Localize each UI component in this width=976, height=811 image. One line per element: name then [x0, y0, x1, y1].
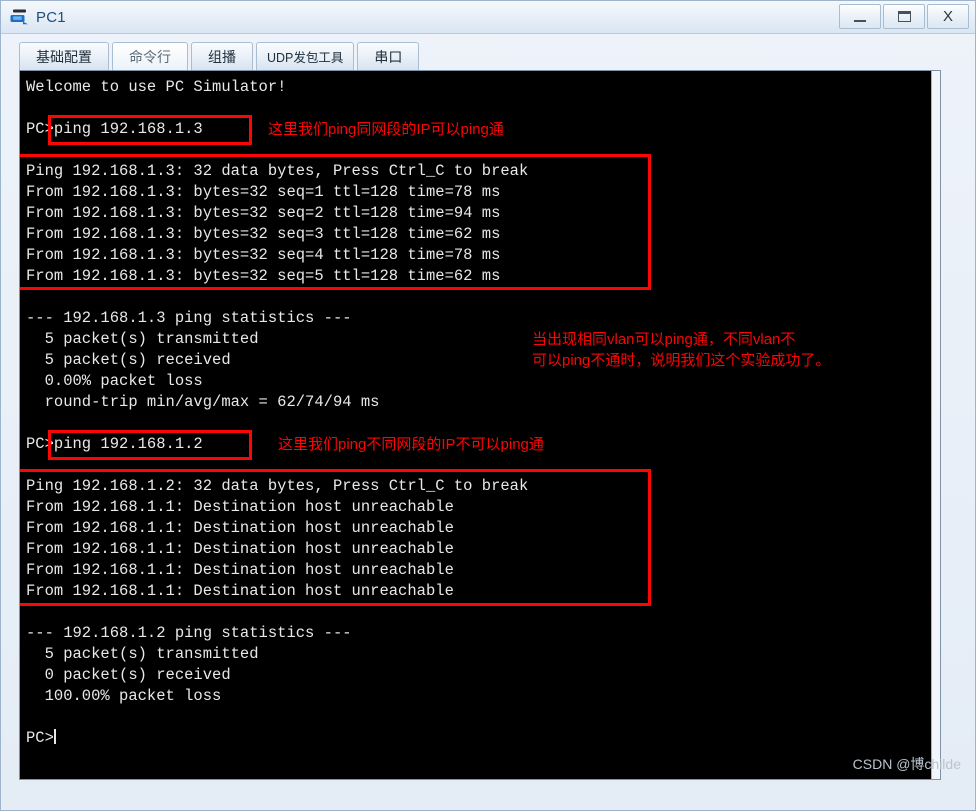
- tab-udp-tool[interactable]: UDP发包工具: [256, 42, 355, 70]
- terminal-line: 0.00% packet loss: [26, 372, 203, 390]
- terminal-line: 5 packet(s) transmitted: [26, 645, 259, 663]
- tab-bar: 基础配置 命令行 组播 UDP发包工具 串口: [1, 34, 975, 70]
- terminal-line: From 192.168.1.3: bytes=32 seq=1 ttl=128…: [26, 183, 501, 201]
- terminal-panel[interactable]: Welcome to use PC Simulator! PC>ping 192…: [19, 70, 941, 780]
- terminal-line: From 192.168.1.1: Destination host unrea…: [26, 498, 454, 516]
- tab-multicast[interactable]: 组播: [191, 42, 253, 70]
- tab-basic-config[interactable]: 基础配置: [19, 42, 109, 70]
- terminal-line: 0 packet(s) received: [26, 666, 231, 684]
- terminal-line: 5 packet(s) transmitted: [26, 330, 259, 348]
- close-button[interactable]: X: [927, 4, 969, 29]
- terminal-line: From 192.168.1.1: Destination host unrea…: [26, 582, 454, 600]
- terminal-line: From 192.168.1.3: bytes=32 seq=3 ttl=128…: [26, 225, 501, 243]
- terminal-line: --- 192.168.1.3 ping statistics ---: [26, 309, 352, 327]
- tab-label: 命令行: [129, 48, 171, 65]
- tab-serial-port[interactable]: 串口: [357, 42, 420, 70]
- maximize-icon: [897, 11, 911, 22]
- terminal-scrollbar[interactable]: [931, 71, 940, 779]
- terminal-line: Ping 192.168.1.2: 32 data bytes, Press C…: [26, 477, 529, 495]
- pc-device-icon: [10, 8, 30, 26]
- title-bar-left: PC1: [1, 8, 66, 26]
- tab-label: UDP发包工具: [267, 51, 344, 65]
- terminal-line: From 192.168.1.3: bytes=32 seq=4 ttl=128…: [26, 246, 501, 264]
- window-footer: CSDN @博childe: [1, 756, 975, 810]
- annot-conclusion-line2: 可以ping不通时，说明我们这个实验成功了。: [532, 352, 831, 369]
- annot-diff-subnet: 这里我们ping不同网段的IP不可以ping通: [278, 436, 544, 453]
- terminal-cursor: [53, 729, 56, 744]
- annot-same-subnet: 这里我们ping同网段的IP可以ping通: [268, 121, 504, 138]
- close-icon: X: [942, 8, 953, 25]
- terminal-line: Ping 192.168.1.3: 32 data bytes, Press C…: [26, 162, 529, 180]
- maximize-button[interactable]: [883, 4, 925, 29]
- tab-label: 基础配置: [36, 48, 92, 65]
- title-bar: PC1 X: [1, 1, 975, 34]
- terminal-line: From 192.168.1.3: bytes=32 seq=5 ttl=128…: [26, 267, 501, 285]
- terminal-output: Welcome to use PC Simulator! PC>ping 192…: [20, 71, 940, 779]
- terminal-line: PC>: [26, 729, 56, 747]
- tab-label: 串口: [374, 48, 403, 65]
- watermark-label: CSDN @博childe: [852, 756, 961, 772]
- terminal-line: From 192.168.1.1: Destination host unrea…: [26, 561, 454, 579]
- tab-label: 组播: [208, 48, 236, 65]
- tab-command-line[interactable]: 命令行: [112, 42, 188, 70]
- minimize-icon: [854, 19, 866, 22]
- terminal-line: From 192.168.1.1: Destination host unrea…: [26, 519, 454, 537]
- terminal-line: --- 192.168.1.2 ping statistics ---: [26, 624, 352, 642]
- window-title: PC1: [36, 8, 66, 26]
- annot-conclusion-line1: 当出现相同vlan可以ping通，不同vlan不: [532, 331, 796, 348]
- terminal-line: Welcome to use PC Simulator!: [26, 78, 287, 96]
- terminal-line: 100.00% packet loss: [26, 687, 222, 705]
- terminal-line: round-trip min/avg/max = 62/74/94 ms: [26, 393, 380, 411]
- minimize-button[interactable]: [839, 4, 881, 29]
- pc1-window: PC1 X 基础配置 命令行 组播 UDP发包工具 串口 Welcome to …: [0, 0, 976, 811]
- terminal-line: From 192.168.1.1: Destination host unrea…: [26, 540, 454, 558]
- terminal-line: From 192.168.1.3: bytes=32 seq=2 ttl=128…: [26, 204, 501, 222]
- window-controls: X: [839, 4, 969, 29]
